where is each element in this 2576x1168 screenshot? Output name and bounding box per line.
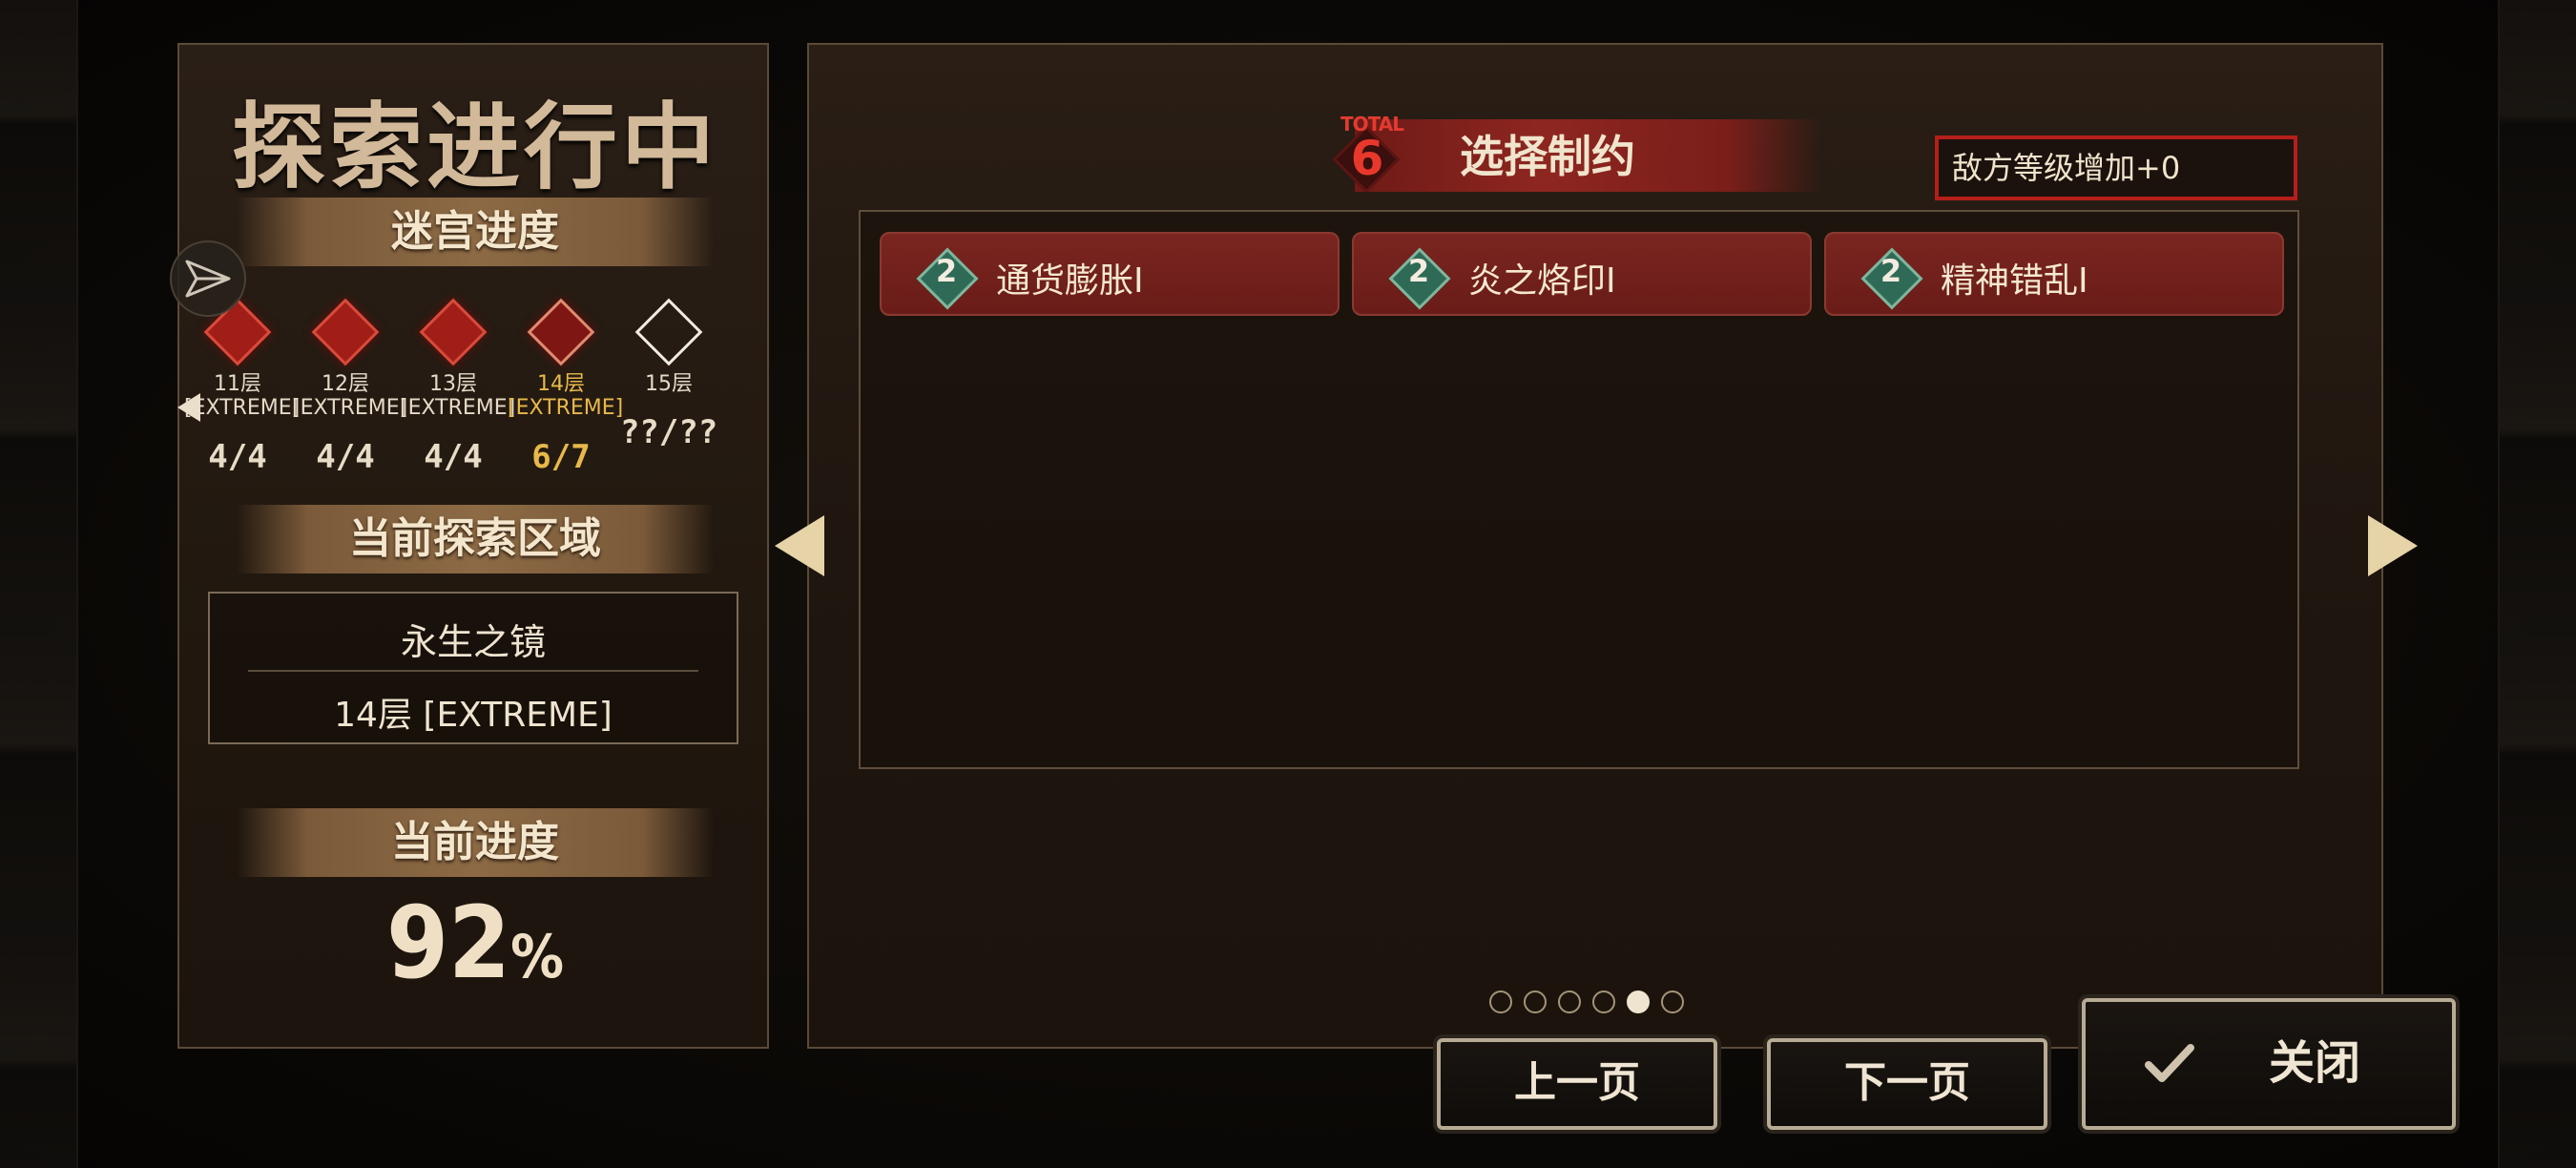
game-screen: 探索进行中 迷宫进度 11层 [EXTREME] 4/4 12层 [EXTREM… bbox=[0, 0, 2576, 1168]
floor-name: 15层 bbox=[645, 372, 693, 396]
area-name: 永生之镜 bbox=[400, 621, 546, 663]
restriction-level: 2 bbox=[1407, 253, 1430, 289]
current-area-box: 永生之镜 14层 [EXTREME] bbox=[208, 592, 738, 744]
floor-item-locked[interactable]: 15层 ??/?? bbox=[615, 283, 722, 451]
floor-scroll-left-arrow-icon[interactable] bbox=[177, 393, 200, 422]
restriction-label: 通货膨胀I bbox=[996, 261, 1144, 301]
page-dot[interactable] bbox=[1558, 991, 1581, 1013]
current-area-heading: 当前探索区域 bbox=[237, 505, 714, 574]
page-indicator bbox=[1484, 991, 1690, 1019]
floor-count: 4/4 bbox=[316, 438, 375, 476]
area-floor: 14层 [EXTREME] bbox=[334, 696, 613, 735]
current-progress-heading: 当前进度 bbox=[237, 808, 714, 877]
panel-title: 探索进行中 bbox=[231, 93, 718, 202]
close-button-label: 关闭 bbox=[2269, 1036, 2361, 1090]
floor-difficulty: [EXTREME] bbox=[508, 396, 624, 420]
next-page-button[interactable]: 下一页 bbox=[1767, 1038, 2047, 1130]
floor-item-current[interactable]: 14层 [EXTREME] 6/7 bbox=[508, 283, 624, 476]
floor-count: 4/4 bbox=[208, 438, 267, 476]
enemy-level-indicator: 敌方等级增加+0 bbox=[1935, 136, 2297, 200]
floor-progress-row: 11层 [EXTREME] 4/4 12层 [EXTREME] 4/4 13层 … bbox=[179, 283, 771, 512]
floor-count: ??/?? bbox=[619, 413, 718, 451]
floor-cleared-diamond-icon bbox=[311, 298, 380, 366]
divider bbox=[248, 670, 698, 672]
close-button[interactable]: 关闭 bbox=[2082, 998, 2456, 1130]
floor-name: 12层 bbox=[322, 372, 369, 396]
frame-left-edge bbox=[0, 0, 78, 1168]
floor-name: 14层 bbox=[537, 372, 585, 396]
floor-name: 13层 bbox=[429, 372, 477, 396]
floor-locked-diamond-icon bbox=[634, 298, 703, 366]
maze-progress-heading: 迷宫进度 bbox=[237, 198, 714, 266]
restriction-header-title: 选择制约 bbox=[1460, 131, 1635, 182]
floor-count: 6/7 bbox=[531, 438, 591, 476]
restriction-card[interactable]: 2 通货膨胀I bbox=[880, 232, 1340, 316]
floor-item[interactable]: 13层 [EXTREME] 4/4 bbox=[400, 283, 516, 476]
floor-difficulty: [EXTREME] bbox=[292, 396, 408, 420]
restriction-card[interactable]: 2 炎之烙印I bbox=[1352, 232, 1812, 316]
page-dot[interactable] bbox=[1489, 991, 1512, 1013]
check-icon bbox=[2145, 1044, 2194, 1082]
progress-percentage: 92% bbox=[179, 885, 771, 1001]
previous-page-button[interactable]: 上一页 bbox=[1437, 1038, 1717, 1130]
total-value: 6 bbox=[1350, 131, 1384, 186]
restriction-level: 2 bbox=[1880, 253, 1902, 289]
frame-right-edge bbox=[2498, 0, 2576, 1168]
restriction-card[interactable]: 2 精神错乱I bbox=[1824, 232, 2284, 316]
page-dot[interactable] bbox=[1524, 991, 1547, 1013]
floor-difficulty: [EXTREME] bbox=[400, 396, 516, 420]
page-dot[interactable] bbox=[1592, 991, 1615, 1013]
floor-item[interactable]: 12层 [EXTREME] 4/4 bbox=[292, 283, 408, 476]
restriction-level: 2 bbox=[935, 253, 958, 289]
next-arrow-icon[interactable] bbox=[2368, 515, 2418, 576]
exploration-status-panel: 探索进行中 迷宫进度 11层 [EXTREME] 4/4 12层 [EXTREM… bbox=[170, 43, 771, 1049]
page-dot-active[interactable] bbox=[1627, 991, 1650, 1013]
floor-cleared-diamond-icon bbox=[419, 298, 488, 366]
previous-arrow-icon[interactable] bbox=[775, 515, 824, 576]
restriction-label: 精神错乱I bbox=[1941, 261, 2088, 301]
share-icon[interactable] bbox=[170, 240, 246, 317]
progress-value: 92 bbox=[385, 885, 511, 1001]
progress-unit: % bbox=[510, 922, 565, 991]
floor-count: 4/4 bbox=[424, 438, 483, 476]
restriction-label: 炎之烙印I bbox=[1468, 261, 1616, 301]
page-dot[interactable] bbox=[1661, 991, 1684, 1013]
floor-current-diamond-icon bbox=[527, 298, 595, 366]
